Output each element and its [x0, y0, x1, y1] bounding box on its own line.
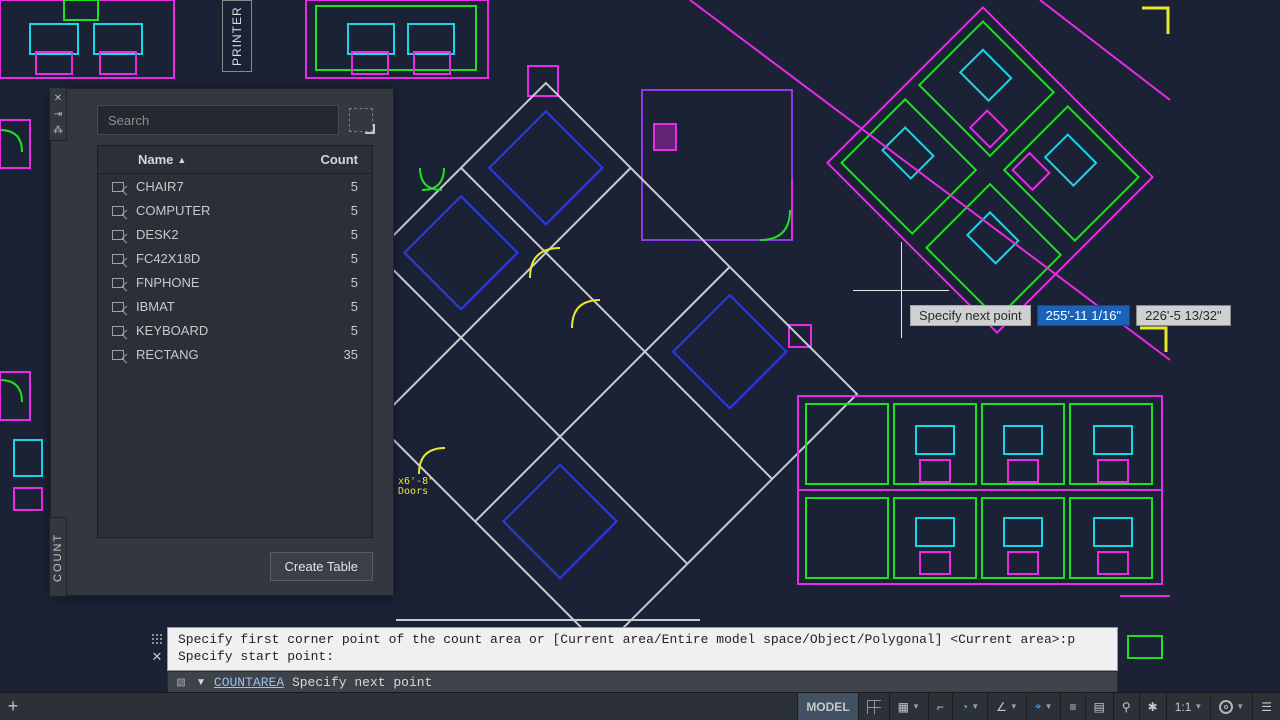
ortho-toggle[interactable]: ⌐ — [928, 693, 952, 720]
command-history: Specify first corner point of the count … — [167, 627, 1118, 671]
command-name: COUNTAREA — [214, 675, 284, 690]
block-ref-icon — [112, 300, 128, 312]
row-name: FC42X18D — [136, 251, 298, 266]
layout-add-button[interactable]: + — [0, 696, 26, 717]
tooltip-coord-x[interactable]: 255'-11 1/16" — [1037, 305, 1131, 326]
command-history-line: Specify first corner point of the count … — [178, 632, 1107, 649]
palette-title-tab[interactable]: COUNT — [49, 517, 67, 597]
table-row[interactable]: RECTANG35 — [98, 342, 372, 366]
table-row[interactable]: COMPUTER5 — [98, 198, 372, 222]
osnap-toggle[interactable]: ⌖▼ — [1026, 693, 1061, 720]
row-count: 5 — [298, 275, 358, 290]
row-name: KEYBOARD — [136, 323, 298, 338]
lineweight-icon: ≡ — [1069, 700, 1076, 714]
row-count: 5 — [298, 227, 358, 242]
row-count: 5 — [298, 251, 358, 266]
column-header-name: Name ▲ — [112, 152, 298, 167]
isodraft-toggle[interactable]: ∠▼ — [987, 693, 1026, 720]
command-grip-icon[interactable] — [149, 631, 165, 647]
row-name: IBMAT — [136, 299, 298, 314]
row-name: FNPHONE — [136, 275, 298, 290]
block-ref-icon — [112, 276, 128, 288]
status-bar: + MODEL ▦▼ ⌐ ◔▼ ∠▼ ⌖▼ ≡ ▤ ⚲ ✱ 1:1▼ ▼ ☰ — [0, 692, 1280, 720]
block-ref-icon — [112, 324, 128, 336]
row-name: RECTANG — [136, 347, 298, 362]
table-row[interactable]: FC42X18D5 — [98, 246, 372, 270]
table-row[interactable]: KEYBOARD5 — [98, 318, 372, 342]
row-count: 5 — [298, 203, 358, 218]
annotation-scale[interactable]: 1:1▼ — [1166, 693, 1211, 720]
dynamic-input-tooltip: Specify next point 255'-11 1/16" 226'-5 … — [910, 305, 1231, 326]
row-count: 35 — [298, 347, 358, 362]
block-ref-icon — [112, 252, 128, 264]
row-name: COMPUTER — [136, 203, 298, 218]
snap-toggle[interactable]: ▦▼ — [889, 693, 928, 720]
block-ref-icon — [112, 180, 128, 192]
row-name: DESK2 — [136, 227, 298, 242]
annoscale-icon: ⚲ — [1122, 700, 1131, 714]
transparency-toggle[interactable]: ▤ — [1085, 693, 1113, 720]
search-input[interactable] — [97, 105, 339, 135]
osnap-icon: ⌖ — [1035, 699, 1042, 714]
row-count: 5 — [298, 179, 358, 194]
block-ref-icon — [112, 348, 128, 360]
command-prompt-icon[interactable]: ▧ — [174, 676, 188, 690]
isodraft-icon: ∠ — [996, 700, 1007, 714]
tooltip-coord-y[interactable]: 226'-5 13/32" — [1136, 305, 1231, 326]
table-row[interactable]: DESK25 — [98, 222, 372, 246]
table-row[interactable]: IBMAT5 — [98, 294, 372, 318]
model-paper-toggle[interactable]: MODEL — [797, 693, 857, 720]
select-area-icon[interactable] — [349, 108, 373, 132]
sort-asc-icon: ▲ — [177, 155, 186, 165]
snap-icon: ▦ — [898, 700, 909, 714]
block-ref-icon — [112, 228, 128, 240]
command-close-icon[interactable]: ✕ — [149, 649, 165, 665]
row-count: 5 — [298, 299, 358, 314]
annotation-visibility-button[interactable]: ✱ — [1139, 693, 1166, 720]
table-header[interactable]: Name ▲ Count — [98, 146, 372, 174]
table-row[interactable]: CHAIR75 — [98, 174, 372, 198]
count-table: Name ▲ Count CHAIR75COMPUTER5DESK25FC42X… — [97, 145, 373, 538]
menu-icon: ☰ — [1261, 700, 1272, 714]
table-row[interactable]: FNPHONE5 — [98, 270, 372, 294]
gear-icon — [1219, 700, 1233, 714]
row-name: CHAIR7 — [136, 179, 298, 194]
polar-toggle[interactable]: ◔▼ — [952, 693, 987, 720]
grid-icon — [867, 700, 881, 714]
workspace-switch[interactable]: ▼ — [1210, 693, 1252, 720]
grid-toggle[interactable] — [858, 693, 889, 720]
printer-label: PRINTER — [222, 0, 252, 72]
command-recent-dropdown-icon[interactable]: ▼ — [196, 677, 206, 688]
command-prompt-text: Specify next point — [292, 675, 432, 690]
tooltip-prompt: Specify next point — [910, 305, 1031, 326]
ortho-icon: ⌐ — [937, 700, 944, 714]
lineweight-toggle[interactable]: ≡ — [1060, 693, 1084, 720]
pin-icon[interactable]: ⇥ — [53, 110, 63, 120]
options-icon[interactable]: ⁂ — [53, 126, 63, 136]
command-line-area[interactable]: ✕ Specify first corner point of the coun… — [167, 627, 1118, 695]
annoviz-icon: ✱ — [1148, 700, 1158, 714]
close-icon[interactable]: ✕ — [53, 94, 63, 104]
count-palette[interactable]: ✕ ⇥ ⁂ COUNT Name ▲ Count CHAIR75COMPUTER… — [50, 88, 394, 596]
palette-titlebar-controls: ✕ ⇥ ⁂ — [49, 87, 67, 141]
polar-icon: ◔ — [961, 700, 968, 714]
row-count: 5 — [298, 323, 358, 338]
annotation-scale-icon-button[interactable]: ⚲ — [1113, 693, 1139, 720]
create-table-button[interactable]: Create Table — [270, 552, 373, 581]
column-header-count[interactable]: Count — [298, 152, 358, 167]
svg-text:Doors: Doors — [398, 486, 428, 497]
block-ref-icon — [112, 204, 128, 216]
command-history-line: Specify start point: — [178, 649, 1107, 666]
transparency-icon: ▤ — [1094, 700, 1105, 714]
customization-menu[interactable]: ☰ — [1252, 693, 1280, 720]
